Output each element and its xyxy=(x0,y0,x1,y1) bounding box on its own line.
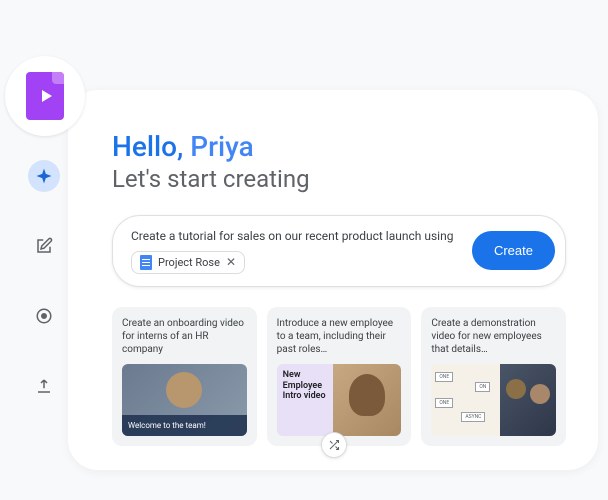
diagram-label: ASYNC xyxy=(461,412,485,422)
chip-label: Project Rose xyxy=(158,256,220,269)
close-icon[interactable]: ✕ xyxy=(226,255,236,269)
vids-file-icon xyxy=(26,72,64,120)
suggestion-thumbnail: ONE ON ONE ASYNC xyxy=(431,364,556,436)
suggestion-text: Create an onboarding video for interns o… xyxy=(122,317,247,356)
greeting-name: Priya xyxy=(190,130,254,163)
greeting: Hello, Priya Let's start creating xyxy=(112,130,566,193)
prompt-bar[interactable]: Create a tutorial for sales on our recen… xyxy=(112,215,566,287)
diagram-label: ON xyxy=(475,382,490,392)
suggestion-card[interactable]: Introduce a new employee to a team, incl… xyxy=(267,307,412,446)
sidebar-upload-icon[interactable] xyxy=(28,370,60,402)
thumbnail-photo xyxy=(333,364,402,436)
app-logo xyxy=(5,56,85,136)
prompt-content: Create a tutorial for sales on our recen… xyxy=(131,228,462,274)
suggestion-thumbnail: New Employee Intro video xyxy=(277,364,402,436)
greeting-hello: Hello, xyxy=(112,130,190,163)
suggestions-row: Create an onboarding video for interns o… xyxy=(112,307,566,446)
diagram-label: ONE xyxy=(435,398,453,408)
sidebar xyxy=(28,160,60,402)
greeting-subtitle: Let's start creating xyxy=(112,165,566,193)
dismiss-button[interactable] xyxy=(321,432,347,458)
sidebar-sparkle-icon[interactable] xyxy=(28,160,60,192)
shuffle-icon xyxy=(328,439,340,451)
thumbnail-overlay: New Employee Intro video xyxy=(277,364,333,436)
thumbnail-caption: Welcome to the team! xyxy=(122,415,247,436)
thumbnail-diagram: ONE ON ONE ASYNC xyxy=(431,364,500,436)
doc-icon xyxy=(140,255,152,270)
create-button[interactable]: Create xyxy=(472,231,555,270)
prompt-text: Create a tutorial for sales on our recen… xyxy=(131,228,462,245)
sidebar-record-icon[interactable] xyxy=(28,300,60,332)
sidebar-edit-icon[interactable] xyxy=(28,230,60,262)
attachment-chip[interactable]: Project Rose ✕ xyxy=(131,251,245,274)
suggestion-text: Create a demonstration video for new emp… xyxy=(431,317,556,356)
main-card: Hello, Priya Let's start creating Create… xyxy=(68,90,598,470)
diagram-label: ONE xyxy=(435,372,453,382)
suggestion-card[interactable]: Create an onboarding video for interns o… xyxy=(112,307,257,446)
suggestion-card[interactable]: Create a demonstration video for new emp… xyxy=(421,307,566,446)
play-icon xyxy=(42,90,52,102)
suggestion-thumbnail: Welcome to the team! xyxy=(122,364,247,436)
suggestion-text: Introduce a new employee to a team, incl… xyxy=(277,317,402,356)
thumbnail-photo xyxy=(500,364,556,436)
